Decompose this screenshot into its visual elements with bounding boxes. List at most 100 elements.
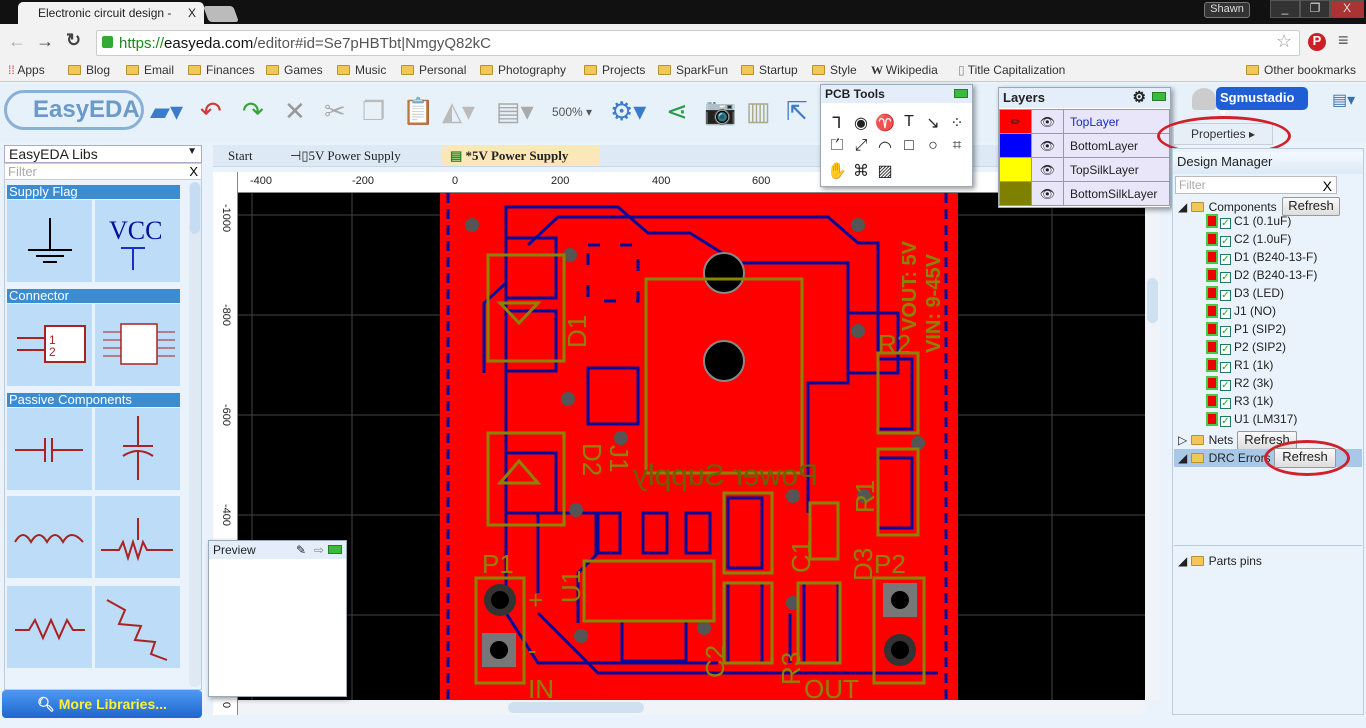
- align-icon[interactable]: ▤▾: [496, 96, 534, 126]
- lib-item-vcc[interactable]: VCC: [95, 200, 180, 282]
- rotate-icon[interactable]: ◭▾: [442, 96, 475, 126]
- more-libraries-button[interactable]: 🔍︎ More Libraries...: [2, 690, 202, 718]
- component-item[interactable]: ✓ C1 (0.1uF): [1206, 214, 1291, 229]
- tree-parts-pins[interactable]: ◢ Parts pins: [1178, 554, 1262, 568]
- component-checkbox[interactable]: ✓: [1220, 416, 1231, 427]
- bookmark-sparkfun[interactable]: SparkFun: [658, 63, 728, 77]
- eye-icon[interactable]: 👁︎: [1031, 133, 1064, 158]
- avatar[interactable]: [1192, 88, 1216, 110]
- settings-gear-icon[interactable]: ⚙▾: [610, 96, 646, 126]
- layout-menu-icon[interactable]: ▤▾: [1332, 90, 1355, 110]
- arrow-icon[interactable]: ⇨: [314, 543, 324, 557]
- component-checkbox[interactable]: ✓: [1220, 254, 1231, 265]
- lib-item-header-2[interactable]: 12: [7, 304, 92, 386]
- menu-icon[interactable]: ≡: [1338, 30, 1349, 51]
- circle-tool-icon[interactable]: ○: [923, 137, 943, 155]
- browser-user-chip[interactable]: Shawn: [1204, 2, 1250, 18]
- export-icon[interactable]: ⇱: [786, 96, 808, 126]
- vertical-scrollbar[interactable]: [1145, 193, 1160, 700]
- lib-item-ground[interactable]: [7, 200, 92, 282]
- component-item[interactable]: ✓ D3 (LED): [1206, 286, 1284, 301]
- lib-item-resistor-diagonal[interactable]: [95, 586, 180, 668]
- component-item[interactable]: ✓ R1 (1k): [1206, 358, 1273, 373]
- lib-item-resistor[interactable]: [7, 586, 92, 668]
- layer-row-bottomlayer[interactable]: 👁︎ BottomLayer: [999, 133, 1170, 158]
- bom-icon[interactable]: ▥: [746, 96, 771, 126]
- eye-icon[interactable]: 👁︎: [1031, 157, 1064, 182]
- component-item[interactable]: ✓ R3 (1k): [1206, 394, 1273, 409]
- image-tool-icon[interactable]: ▨: [875, 161, 895, 181]
- dimension-tool-icon[interactable]: ⁘: [947, 113, 967, 133]
- tab-pcb-active[interactable]: ▤ *5V Power Supply: [442, 146, 600, 166]
- lib-item-header-8[interactable]: [95, 304, 180, 386]
- bookmark-finances[interactable]: Finances: [188, 63, 255, 77]
- category-supply-flag[interactable]: Supply Flag: [7, 185, 180, 199]
- new-tab-button[interactable]: [203, 6, 239, 22]
- pad-tool-icon[interactable]: ◉: [851, 113, 871, 133]
- hole-tool-icon[interactable]: ⌘: [851, 161, 871, 181]
- category-passive-components[interactable]: Passive Components: [7, 393, 180, 407]
- tab-start[interactable]: Start: [220, 146, 282, 166]
- minimize-button[interactable]: _: [1270, 0, 1300, 18]
- minimize-icon[interactable]: [954, 89, 968, 98]
- camera-icon[interactable]: 📷: [704, 96, 736, 126]
- pencil-icon[interactable]: ✎: [296, 543, 306, 557]
- bookmark-email[interactable]: Email: [126, 63, 174, 77]
- cut-icon[interactable]: ✂: [324, 96, 346, 126]
- rectangle-tool-icon[interactable]: □: [899, 137, 919, 155]
- layer-row-bottomsilklayer[interactable]: 👁︎ BottomSilkLayer: [999, 181, 1170, 206]
- bookmark-photography[interactable]: Photography: [480, 63, 566, 77]
- maximize-button[interactable]: ❐: [1300, 0, 1330, 18]
- share-icon[interactable]: ⋖: [666, 96, 688, 126]
- bookmark-style[interactable]: Style: [812, 63, 857, 77]
- library-select[interactable]: EasyEDA Libs ▼: [4, 145, 202, 163]
- zoom-dropdown[interactable]: 500% ▾: [552, 105, 592, 119]
- library-scroll-thumb[interactable]: [190, 182, 200, 234]
- component-item[interactable]: ✓ C2 (1.0uF): [1206, 232, 1291, 247]
- bookmark-startup[interactable]: Startup: [741, 63, 798, 77]
- gear-icon[interactable]: ⚙: [1133, 88, 1146, 106]
- component-checkbox[interactable]: ✓: [1220, 362, 1231, 373]
- component-item[interactable]: ✓ J1 (NO): [1206, 304, 1276, 319]
- component-item[interactable]: ✓ R2 (3k): [1206, 376, 1273, 391]
- via-tool-icon[interactable]: ♈: [875, 113, 895, 133]
- component-checkbox[interactable]: ✓: [1220, 326, 1231, 337]
- component-checkbox[interactable]: ✓: [1220, 308, 1231, 319]
- minimize-icon[interactable]: [328, 545, 342, 554]
- component-checkbox[interactable]: ✓: [1220, 236, 1231, 247]
- horizontal-scroll-thumb[interactable]: [508, 702, 644, 713]
- track-tool-icon[interactable]: ⅂: [827, 113, 847, 133]
- category-connector[interactable]: Connector: [7, 289, 180, 303]
- pan-tool-icon[interactable]: ✋: [827, 161, 847, 181]
- star-icon[interactable]: ☆: [1276, 31, 1292, 52]
- tab-schematic[interactable]: ⊣▯5V Power Supply: [282, 146, 440, 166]
- tab-close-icon[interactable]: X: [188, 6, 196, 20]
- pinterest-icon[interactable]: P: [1308, 33, 1326, 51]
- horizontal-scrollbar[interactable]: [238, 700, 1145, 715]
- bookmark-title-capitalization[interactable]: ▯ Title Capitalization: [958, 63, 1065, 77]
- close-window-button[interactable]: X: [1330, 0, 1364, 18]
- component-checkbox[interactable]: ✓: [1220, 398, 1231, 409]
- bookmark-apps[interactable]: ⁞⁞ Apps: [8, 63, 45, 77]
- canvas-origin-tool-icon[interactable]: ⌗: [947, 137, 967, 155]
- component-item[interactable]: ✓ P2 (SIP2): [1206, 340, 1286, 355]
- clear-filter-icon[interactable]: X: [1323, 178, 1332, 194]
- open-folder-icon[interactable]: ▰▾: [150, 96, 183, 126]
- browser-tab[interactable]: Electronic circuit design - X: [18, 2, 204, 26]
- component-checkbox[interactable]: ✓: [1220, 380, 1231, 391]
- component-checkbox[interactable]: ✓: [1220, 344, 1231, 355]
- user-menu-button[interactable]: Sgmustadio ▾: [1216, 87, 1308, 120]
- back-icon[interactable]: ←: [8, 31, 26, 52]
- tree-drc-errors[interactable]: ◢ DRC Errors: [1178, 451, 1271, 465]
- undo-icon[interactable]: ↶: [200, 96, 222, 126]
- arc-tool-icon[interactable]: ◠: [875, 137, 895, 157]
- reload-icon[interactable]: ↻: [66, 30, 81, 51]
- library-scrollbar[interactable]: [189, 182, 201, 687]
- bookmark-blog[interactable]: Blog: [68, 63, 110, 77]
- component-checkbox[interactable]: ✓: [1220, 272, 1231, 283]
- lib-item-polarized-capacitor[interactable]: [95, 408, 180, 490]
- bookmark-personal[interactable]: Personal: [401, 63, 466, 77]
- wire-tool-icon[interactable]: ↘: [923, 113, 943, 133]
- component-checkbox[interactable]: ✓: [1220, 290, 1231, 301]
- bookmark-projects[interactable]: Projects: [584, 63, 645, 77]
